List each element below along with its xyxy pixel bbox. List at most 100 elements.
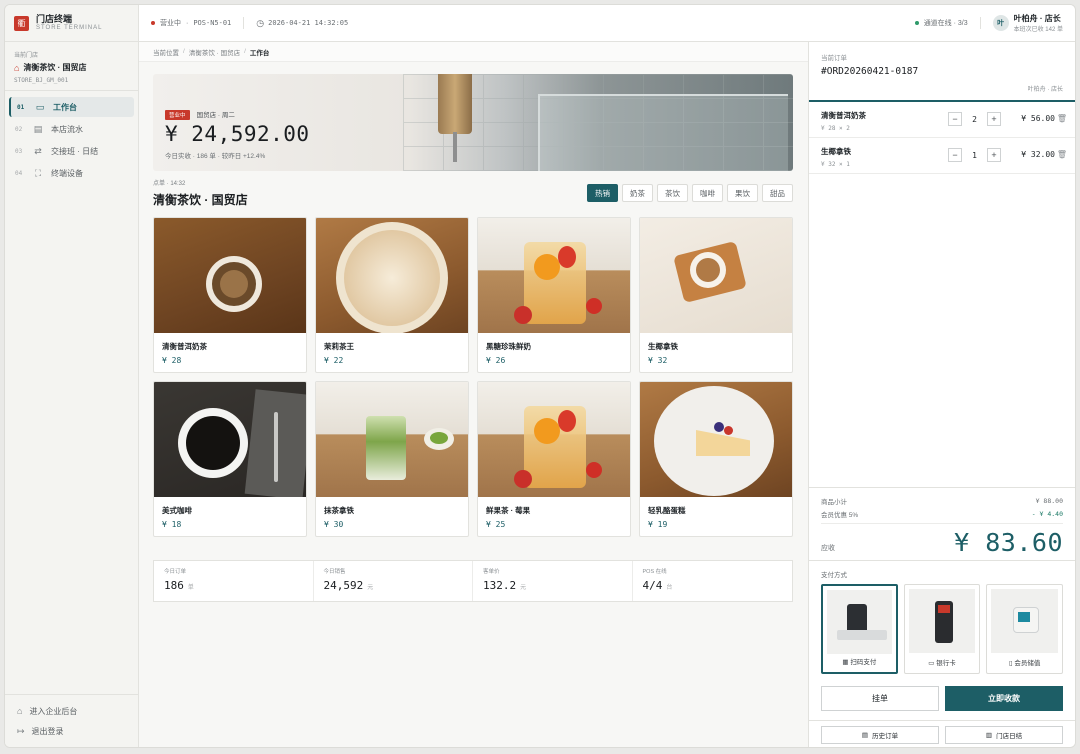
sidebar-nav: 01 ▭ 工作台 02 ▤ 本店流水 03 ⇄ 交接班 · 日结 04 ⛶ 终端… [5, 91, 138, 191]
tab-milk-tea[interactable]: 奶茶 [622, 184, 653, 202]
discount-value: - ¥ 4.40 [1031, 509, 1063, 518]
store-caption: 当前门店 [14, 53, 39, 59]
product-card[interactable]: 美式咖啡 ¥ 18 [153, 381, 307, 537]
trash-icon[interactable]: 🗑 [1057, 114, 1067, 123]
product-price: ¥ 19 [648, 520, 668, 529]
document-icon: ▤ [33, 123, 43, 134]
stat-value: 24,592 [323, 579, 364, 592]
brand-subtitle: STORE TERMINAL [36, 25, 103, 31]
product-image [316, 218, 468, 333]
amount-due-label: 应收 [821, 545, 835, 552]
product-card[interactable]: 抹茶拿铁 ¥ 30 [315, 381, 469, 537]
menu-header: 点单 · 14:32 清衡茶饮 · 国贸店 热销 奶茶 茶饮 咖啡 果饮 甜品 [153, 178, 793, 208]
status-dot [151, 21, 155, 25]
payment-option-label: 扫码支付 [850, 659, 877, 666]
nav-number: 03 [15, 147, 23, 155]
brand: 衢 门店终端 STORE TERMINAL [5, 5, 138, 42]
stat-value: 186 [164, 579, 184, 592]
stat-unit: 元 [520, 584, 527, 591]
order-panel: 当前订单 #ORD20260421-0187 叶柏舟 · 店长 清衡普洱奶茶 ¥… [808, 42, 1075, 747]
logout-link[interactable]: ↦ 退出登录 [9, 721, 134, 741]
line-item-total: ¥ 32.00 [1021, 150, 1055, 159]
product-price: ¥ 28 [162, 356, 182, 365]
nav-number: 04 [15, 169, 23, 177]
product-price: ¥ 32 [648, 356, 668, 365]
product-card[interactable]: 鲜果茶 · 莓果 ¥ 25 [477, 381, 631, 537]
order-header: 当前订单 #ORD20260421-0187 叶柏舟 · 店长 [809, 42, 1075, 102]
clock-icon: ◷ [256, 17, 265, 28]
tab-dessert[interactable]: 甜品 [762, 184, 793, 202]
trash-icon[interactable]: 🗑 [1057, 150, 1067, 159]
decrement-button[interactable]: − [948, 148, 962, 162]
sidebar-footer: ⌂ 进入企业后台 ↦ 退出登录 [5, 694, 138, 747]
breadcrumb-prefix: 当前位置 [153, 49, 179, 57]
product-card[interactable]: 清衡普洱奶茶 ¥ 28 [153, 217, 307, 373]
breadcrumb-store[interactable]: 清衡茶饮 · 国贸店 [189, 47, 240, 57]
hero-store: 国贸店 · 周二 [196, 112, 235, 119]
subtotal-value: ¥ 88.00 [1035, 496, 1063, 505]
product-name: 生椰拿铁 [648, 342, 678, 351]
nav-number: 01 [17, 103, 25, 111]
order-summary: 商品小计 ¥ 88.00 会员优惠 5% - ¥ 4.40 应收 ¥ 83.60 [809, 487, 1075, 557]
product-price: ¥ 22 [324, 356, 344, 365]
order-label: 当前订单 [821, 55, 847, 62]
sidebar-item-shift-handover[interactable]: 03 ⇄ 交接班 · 日结 [9, 141, 134, 161]
panel-footer: ▤ 历史订单 ▥ 门店日结 [809, 720, 1075, 747]
breadcrumb-separator: / [244, 48, 246, 55]
device-icon: ⛶ [34, 167, 42, 178]
business-status: 营业中 [160, 20, 181, 27]
brand-name: 门店终端 [36, 14, 73, 24]
open-badge: 营业中 [165, 110, 190, 120]
increment-button[interactable]: + [987, 112, 1001, 126]
payment-option-qr[interactable]: ▦ 扫码支付 [821, 584, 898, 674]
product-card[interactable]: 茉莉茶王 ¥ 22 [315, 217, 469, 373]
amount-due: ¥ 83.60 [954, 528, 1063, 557]
payment-option-member[interactable]: ▯ 会员储值 [986, 584, 1063, 674]
product-card[interactable]: 黑糖珍珠鲜奶 ¥ 26 [477, 217, 631, 373]
daily-settlement-button[interactable]: ▥ 门店日结 [945, 726, 1063, 744]
hero-banner: 营业中 国贸店 · 周二 ¥ 24,592.00 今日实收 · 186 单 · … [153, 74, 793, 171]
product-name: 清衡普洱奶茶 [162, 342, 207, 351]
store-icon: ⌂ [14, 62, 20, 73]
main-content: 营业中 国贸店 · 周二 ¥ 24,592.00 今日实收 · 186 单 · … [139, 62, 808, 747]
hero-machine-stem [453, 132, 457, 162]
sidebar-item-store-flow[interactable]: 02 ▤ 本店流水 [9, 119, 134, 139]
app-window: 衢 门店终端 STORE TERMINAL 当前门店 ⌂ 清衡茶饮 · 国贸店 … [4, 4, 1076, 748]
product-card[interactable]: 生椰拿铁 ¥ 32 [639, 217, 793, 373]
stat-unit: 台 [666, 584, 673, 591]
tab-tea[interactable]: 茶饮 [657, 184, 688, 202]
product-image [154, 218, 306, 333]
increment-button[interactable]: + [987, 148, 1001, 162]
user-name: 叶柏舟 · 店长 [1013, 14, 1061, 23]
sidebar-item-workbench[interactable]: 01 ▭ 工作台 [9, 97, 134, 117]
user-menu[interactable]: 叶 叶柏舟 · 店长 本班次已收 142 单 [992, 13, 1063, 33]
enterprise-admin-link[interactable]: ⌂ 进入企业后台 [9, 701, 134, 721]
tab-fruit[interactable]: 果饮 [727, 184, 758, 202]
tab-hot[interactable]: 热销 [587, 184, 618, 202]
product-price: ¥ 25 [486, 520, 506, 529]
button-label: 历史订单 [872, 733, 899, 740]
online-dot [914, 21, 919, 25]
nav-number: 02 [15, 125, 23, 133]
user-switch-icon: ⇄ [34, 145, 42, 156]
stat-avg-ticket: 客单价 132.2 元 [473, 561, 633, 601]
order-history-button[interactable]: ▤ 历史订单 [821, 726, 939, 744]
product-name: 黑糖珍珠鲜奶 [486, 342, 531, 351]
product-card[interactable]: 轻乳酪蛋糕 ¥ 19 [639, 381, 793, 537]
stats-strip: 今日订单 186 单 今日销售 24,592 元 客单价 132.2 元 POS 在线… [153, 560, 793, 602]
current-store[interactable]: 当前门店 ⌂ 清衡茶饮 · 国贸店 STORE_BJ_GM_001 [5, 42, 138, 91]
checkout-button[interactable]: 立即收款 [945, 686, 1063, 711]
logout-icon: ↦ [17, 725, 25, 736]
product-grid: 清衡普洱奶茶 ¥ 28 茉莉茶王 ¥ 22 黑糖珍珠鲜奶 ¥ 26 生椰拿铁 ¥… [153, 217, 793, 537]
payment-label: 支付方式 [821, 572, 847, 579]
product-name: 鲜果茶 · 莓果 [486, 506, 531, 515]
product-name: 轻乳酪蛋糕 [648, 506, 686, 515]
divider [243, 17, 245, 29]
decrement-button[interactable]: − [948, 112, 962, 126]
hold-order-button[interactable]: 挂单 [821, 686, 939, 711]
order-cashier: 叶柏舟 · 店长 [1027, 87, 1063, 93]
sidebar-item-devices[interactable]: 04 ⛶ 终端设备 [9, 163, 134, 183]
payment-option-card[interactable]: ▭ 银行卡 [903, 584, 981, 674]
tab-coffee[interactable]: 咖啡 [692, 184, 723, 202]
stat-label: 客单价 [483, 569, 500, 575]
